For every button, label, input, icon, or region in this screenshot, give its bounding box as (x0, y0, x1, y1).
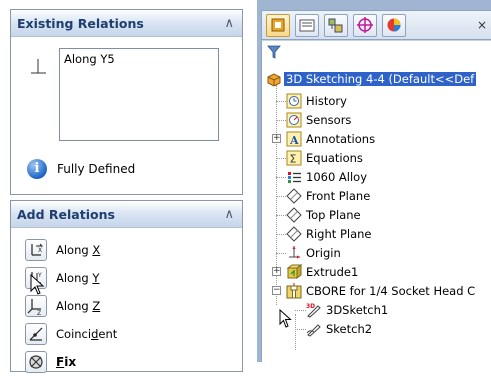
tree-connector-line (276, 215, 286, 216)
coincident-button[interactable]: Coincident (25, 323, 225, 345)
configuration-manager-tab[interactable] (324, 14, 348, 37)
plane-icon (286, 188, 302, 204)
tree-item-label: 1060 Alloy (306, 170, 368, 184)
along-y-relation-icon (28, 57, 48, 77)
part-icon (266, 72, 282, 88)
tree-item-label: Sensors (306, 113, 352, 127)
along-z-icon[interactable]: Z (25, 295, 47, 317)
sensors-icon (286, 112, 302, 128)
plane-icon (286, 207, 302, 223)
collapse-double-chevron-icon[interactable]: ∧ (224, 16, 234, 31)
tree-item-label: Extrude1 (306, 265, 359, 279)
along-x-label: Along X (56, 243, 101, 257)
add-relations-group: Add Relations ∧ X Along X Y Along Y Z Al… (10, 200, 243, 373)
tree-item-label: 3DSketch1 (326, 303, 389, 317)
extrude-icon (286, 264, 303, 280)
svg-text:A: A (289, 134, 299, 147)
manager-tab-bar: × (261, 10, 491, 40)
tree-item-label: Origin (306, 246, 341, 260)
info-icon: i (27, 159, 47, 179)
expand-minus-icon[interactable]: − (272, 286, 281, 295)
tree-connector-line (276, 120, 286, 121)
filter-icon[interactable] (267, 45, 281, 59)
along-y-button[interactable]: Y Along Y (25, 267, 225, 289)
expand-plus-icon[interactable]: + (272, 267, 281, 276)
along-z-button[interactable]: Z Along Z (25, 295, 225, 317)
add-relations-title: Add Relations (17, 207, 115, 222)
tree-item-label: CBORE for 1/4 Socket Head C (306, 284, 476, 298)
existing-relations-group: Existing Relations ∧ Along Y5 i Fully De… (10, 9, 243, 195)
relation-list-item[interactable]: Along Y5 (64, 52, 115, 66)
tree-item-label: Right Plane (306, 227, 372, 241)
mouse-cursor-icon (279, 309, 292, 328)
hole-wizard-icon (286, 283, 302, 299)
along-x-button[interactable]: X Along X (25, 239, 225, 261)
tree-item-label: Annotations (306, 132, 376, 146)
collapse-double-chevron-icon[interactable]: ∧ (224, 207, 234, 222)
dimxpert-tab[interactable] (353, 14, 377, 37)
material-icon (286, 169, 302, 185)
tree-item-label: History (306, 94, 347, 108)
coincident-icon[interactable] (25, 323, 47, 345)
existing-relations-list[interactable]: Along Y5 (59, 48, 219, 141)
existing-relations-title: Existing Relations (17, 16, 144, 31)
tree-connector-line (295, 329, 306, 330)
history-icon (286, 93, 302, 109)
feature-tree: 3D Sketching 4-4 (Default<<Def History S… (261, 40, 491, 362)
svg-text:Y: Y (37, 272, 42, 279)
along-y-label: Along Y (56, 271, 100, 285)
tree-connector-line (276, 101, 286, 102)
3d-sketch-icon: 3D (306, 302, 322, 318)
tree-root-label: 3D Sketching 4-4 (Default<<Def (284, 72, 477, 86)
tree-connector-line (276, 177, 286, 178)
tree-connector-line (276, 253, 286, 254)
tree-item-label: Sketch2 (326, 322, 373, 336)
origin-icon (286, 245, 302, 261)
display-manager-tab[interactable] (382, 14, 406, 37)
annotations-icon: A (286, 131, 302, 147)
fix-button[interactable]: Fix (25, 351, 225, 373)
svg-text:3D: 3D (306, 303, 315, 310)
equations-icon: Σ (286, 150, 302, 166)
along-x-icon[interactable]: X (25, 239, 47, 261)
tree-connector-line (276, 234, 286, 235)
feature-manager-tab[interactable] (266, 14, 290, 37)
existing-relations-header[interactable]: Existing Relations ∧ (11, 10, 242, 37)
tree-connector-line (295, 314, 296, 350)
svg-text:X: X (38, 247, 42, 254)
tree-connector-line (276, 196, 286, 197)
property-manager-panel: Existing Relations ∧ Along Y5 i Fully De… (10, 9, 243, 373)
tree-item-label: Front Plane (306, 189, 371, 203)
sketch-icon (306, 321, 322, 337)
plane-icon (286, 226, 302, 242)
status-text: Fully Defined (57, 162, 136, 176)
along-y-icon[interactable]: Y (25, 267, 47, 289)
along-z-label: Along Z (56, 299, 101, 313)
add-relations-header[interactable]: Add Relations ∧ (11, 201, 242, 228)
tree-item-label: Equations (306, 151, 363, 165)
expand-plus-icon[interactable]: + (272, 134, 281, 143)
property-manager-tab[interactable] (295, 14, 319, 37)
svg-text:Z: Z (37, 310, 41, 316)
tree-connector-line (295, 310, 306, 311)
fix-icon[interactable] (25, 351, 47, 373)
coincident-label: Coincident (56, 327, 118, 341)
close-icon[interactable]: × (477, 18, 487, 32)
tree-connector-line (276, 158, 286, 159)
svg-text:Σ: Σ (290, 153, 297, 166)
feature-manager-panel: × 3D Sketching 4-4 (Default<<Def History (257, 0, 491, 362)
fix-label: Fix (56, 355, 77, 369)
tree-item-label: Top Plane (306, 208, 361, 222)
